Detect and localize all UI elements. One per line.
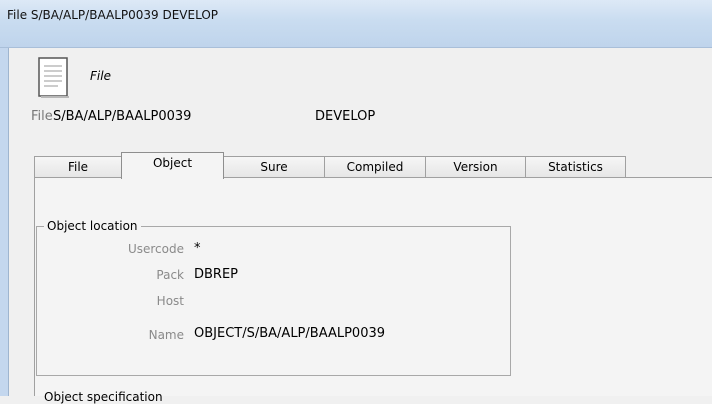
object-specification-caption: Object specification [44,390,163,404]
tab-version[interactable]: Version [425,156,526,177]
usercode-value: * [194,241,201,256]
window-titlebar[interactable]: File S/BA/ALP/BAALP0039 DEVELOP [0,0,712,48]
name-value: OBJECT/S/BA/ALP/BAALP0039 [194,326,386,341]
tab-object[interactable]: Object [121,152,224,179]
name-label: Name [148,328,184,342]
system-name: DEVELOP [315,109,376,124]
file-label: File [31,109,53,124]
pack-label: Pack [156,268,184,282]
tab-compiled[interactable]: Compiled [324,156,426,177]
document-icon [38,57,69,98]
usercode-label: Usercode [127,242,184,256]
host-label: Host [156,294,184,308]
file-path: S/BA/ALP/BAALP0039 [53,109,192,124]
tab-file[interactable]: File [34,156,122,177]
dialog-client-area: File File S/BA/ALP/BAALP0039 DEVELOP Fil… [9,48,712,404]
object-location-caption: Object location [44,219,141,233]
tab-strip: File Object Sure Compiled Version Statis… [34,152,654,179]
tab-statistics[interactable]: Statistics [525,156,626,177]
pack-value: DBREP [194,267,239,282]
window-title: File S/BA/ALP/BAALP0039 DEVELOP [7,8,219,22]
tab-sure[interactable]: Sure [223,156,325,177]
file-type-caption: File [90,69,111,83]
window-frame-left [0,48,9,396]
